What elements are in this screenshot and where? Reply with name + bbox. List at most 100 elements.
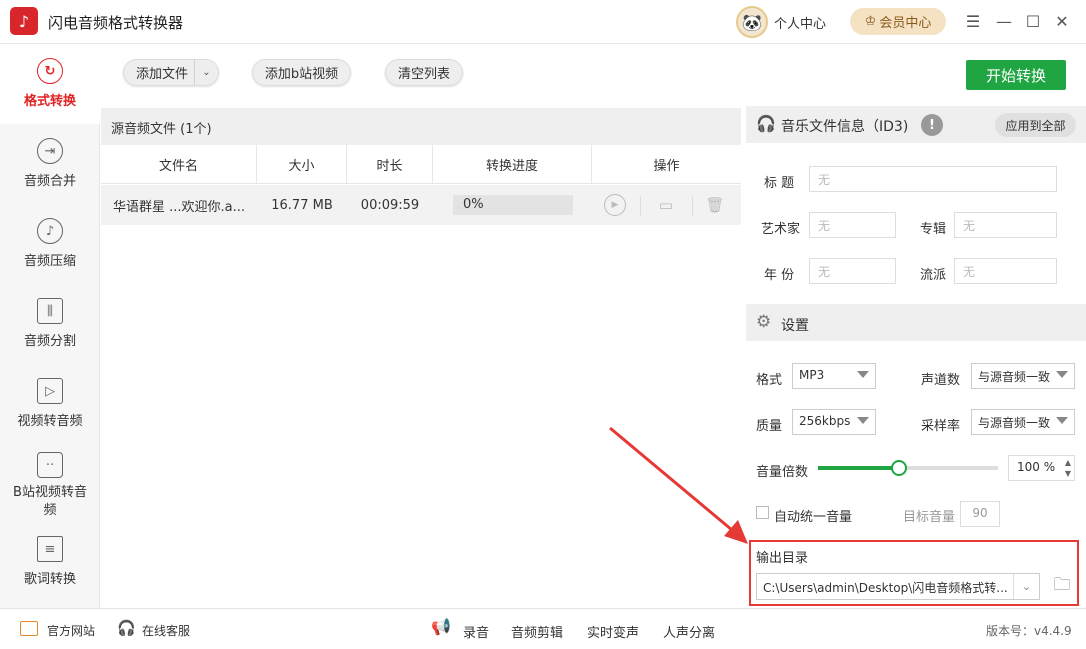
vocal-split-link[interactable]: 人声分离 — [663, 622, 715, 641]
personal-center-link[interactable]: 个人中心 — [774, 13, 826, 32]
samplerate-value: 与源音频一致 — [978, 416, 1051, 430]
sidebar-item-label: 音频分割 — [23, 334, 76, 349]
samplerate-label: 采样率 — [921, 419, 961, 434]
avatar[interactable]: 🐼 — [736, 6, 768, 38]
column-header-size: 大小 — [257, 145, 347, 184]
app-title: 闪电音频格式转换器 — [48, 14, 184, 32]
target-volume-field[interactable]: 90 — [960, 501, 1000, 527]
progress-bar: 0% — [453, 195, 573, 215]
column-header-duration: 时长 — [347, 145, 433, 184]
version-label: 版本号：v4.4.9 — [986, 624, 1072, 638]
stepper-arrows-icon[interactable]: ▲ ▼ — [1065, 457, 1071, 479]
channels-label: 声道数 — [921, 373, 961, 388]
file-duration-cell: 00:09:59 — [347, 185, 433, 225]
vip-center-button[interactable]: ♔ 会员中心 — [850, 8, 946, 35]
volume-stepper[interactable]: 100 % ▲ ▼ — [1008, 455, 1075, 481]
sidebar-item-audio-compress[interactable]: ♪ 音频压缩 — [0, 204, 100, 284]
chevron-down-icon[interactable]: ⌄ — [194, 60, 218, 85]
sidebar-item-lyrics-convert[interactable]: ≡ 歌词转换 — [0, 532, 100, 608]
samplerate-select[interactable]: 与源音频一致 — [971, 409, 1075, 435]
chevron-down-icon — [1056, 371, 1068, 378]
sidebar-item-audio-split[interactable]: ⫼ 音频分割 — [0, 284, 100, 364]
format-select[interactable]: MP3 — [792, 363, 876, 389]
info-icon[interactable]: ! — [921, 114, 943, 136]
maximize-icon[interactable]: ☐ — [1022, 10, 1044, 32]
settings-title: 设置 — [781, 318, 809, 334]
chevron-down-icon — [1056, 417, 1068, 424]
genre-field[interactable]: 无 — [954, 258, 1057, 284]
title-field[interactable]: 无 — [809, 166, 1057, 192]
sidebar-item-label: 音频压缩 — [23, 254, 76, 269]
sidebar-item-label: 视频转音频 — [17, 414, 83, 429]
output-dir-path: C:\Users\admin\Desktop\闪电音频格式转... — [763, 581, 1008, 595]
music-note-icon: ♪ — [37, 218, 63, 244]
album-label: 专辑 — [920, 222, 947, 237]
trash-icon[interactable]: 🗑 — [704, 194, 726, 216]
sidebar-item-label: 音频合并 — [23, 174, 76, 189]
file-size-cell: 16.77 MB — [257, 185, 347, 225]
sidebar-item-label: 格式转换 — [23, 94, 76, 109]
crown-icon: ♔ — [864, 14, 877, 29]
sidebar-item-format-convert[interactable]: ↻ 格式转换 — [0, 44, 100, 124]
vip-label: 会员中心 — [879, 16, 932, 31]
monitor-icon — [20, 621, 38, 636]
add-bilibili-video-button[interactable]: 添加b站视频 — [252, 59, 351, 86]
sidebar-item-video-to-audio[interactable]: ▷ 视频转音频 — [0, 364, 100, 444]
file-list-header: 源音频文件 (1个) — [101, 108, 741, 145]
divider — [640, 196, 641, 216]
close-icon[interactable]: ✕ — [1051, 10, 1073, 32]
merge-icon: ⇥ — [37, 138, 63, 164]
record-link[interactable]: 录音 — [463, 622, 489, 641]
title-label: 标 题 — [764, 176, 795, 191]
clear-list-button[interactable]: 清空列表 — [385, 59, 463, 86]
genre-label: 流派 — [920, 268, 947, 283]
voice-change-link[interactable]: 实时变声 — [587, 622, 639, 641]
gear-icon: ⚙ — [756, 312, 772, 332]
headphones-icon: 🎧 — [756, 114, 776, 133]
sidebar: ↻ 格式转换 ⇥ 音频合并 ♪ 音频压缩 ⫼ 音频分割 ▷ 视频转音频 ·· B站视频转音频… — [0, 44, 100, 608]
apply-all-button[interactable]: 应用到全部 — [995, 113, 1076, 137]
quality-value: 256kbps — [799, 414, 851, 428]
artist-label: 艺术家 — [761, 222, 801, 237]
sidebar-item-audio-merge[interactable]: ⇥ 音频合并 — [0, 124, 100, 204]
auto-volume-label: 自动统一音量 — [774, 510, 853, 525]
online-support-link[interactable]: 在线客服 — [142, 622, 190, 639]
channels-select[interactable]: 与源音频一致 — [971, 363, 1075, 389]
volume-unit: % — [1043, 460, 1056, 474]
column-header-filename: 文件名 — [101, 145, 257, 184]
menu-icon[interactable]: ☰ — [962, 10, 984, 32]
official-website-link[interactable]: 官方网站 — [47, 622, 95, 639]
year-label: 年 份 — [764, 268, 795, 283]
add-file-button[interactable]: 添加文件 ⌄ — [123, 59, 219, 86]
arrow-head — [724, 520, 748, 544]
audio-edit-link[interactable]: 音频剪辑 — [511, 622, 563, 641]
play-icon[interactable]: ▶ — [604, 194, 626, 216]
megaphone-icon: 📢 — [431, 617, 451, 636]
start-convert-button[interactable]: 开始转换 — [966, 60, 1066, 90]
arrow-line — [609, 426, 739, 537]
volume-value: 100 — [1017, 460, 1040, 474]
album-field[interactable]: 无 — [954, 212, 1057, 238]
headset-icon: 🎧 — [117, 619, 136, 637]
chevron-down-icon: ⌄ — [1013, 574, 1039, 599]
folder-browse-icon[interactable]: 🗀 — [1050, 574, 1074, 598]
artist-field[interactable]: 无 — [809, 212, 896, 238]
format-label: 格式 — [756, 373, 783, 388]
sidebar-item-bilibili-to-audio[interactable]: ·· B站视频转音频 — [0, 444, 100, 528]
format-value: MP3 — [799, 368, 825, 382]
bilibili-tv-icon: ·· — [37, 452, 63, 478]
chevron-down-icon — [857, 417, 869, 424]
lyrics-doc-icon: ≡ — [37, 536, 63, 562]
column-header-progress: 转换进度 — [433, 145, 592, 184]
split-icon: ⫼ — [37, 298, 63, 324]
year-field[interactable]: 无 — [809, 258, 896, 284]
quality-select[interactable]: 256kbps — [792, 409, 876, 435]
volume-slider-handle[interactable] — [891, 460, 907, 476]
folder-icon[interactable]: ▭ — [655, 194, 677, 216]
channels-value: 与源音频一致 — [978, 370, 1051, 384]
sidebar-item-label: B站视频转音频 — [13, 485, 87, 518]
output-dir-label: 输出目录 — [756, 551, 809, 566]
output-dir-select[interactable]: C:\Users\admin\Desktop\闪电音频格式转... ⌄ — [756, 573, 1040, 600]
divider — [692, 196, 693, 216]
minimize-icon[interactable]: — — [993, 10, 1015, 32]
